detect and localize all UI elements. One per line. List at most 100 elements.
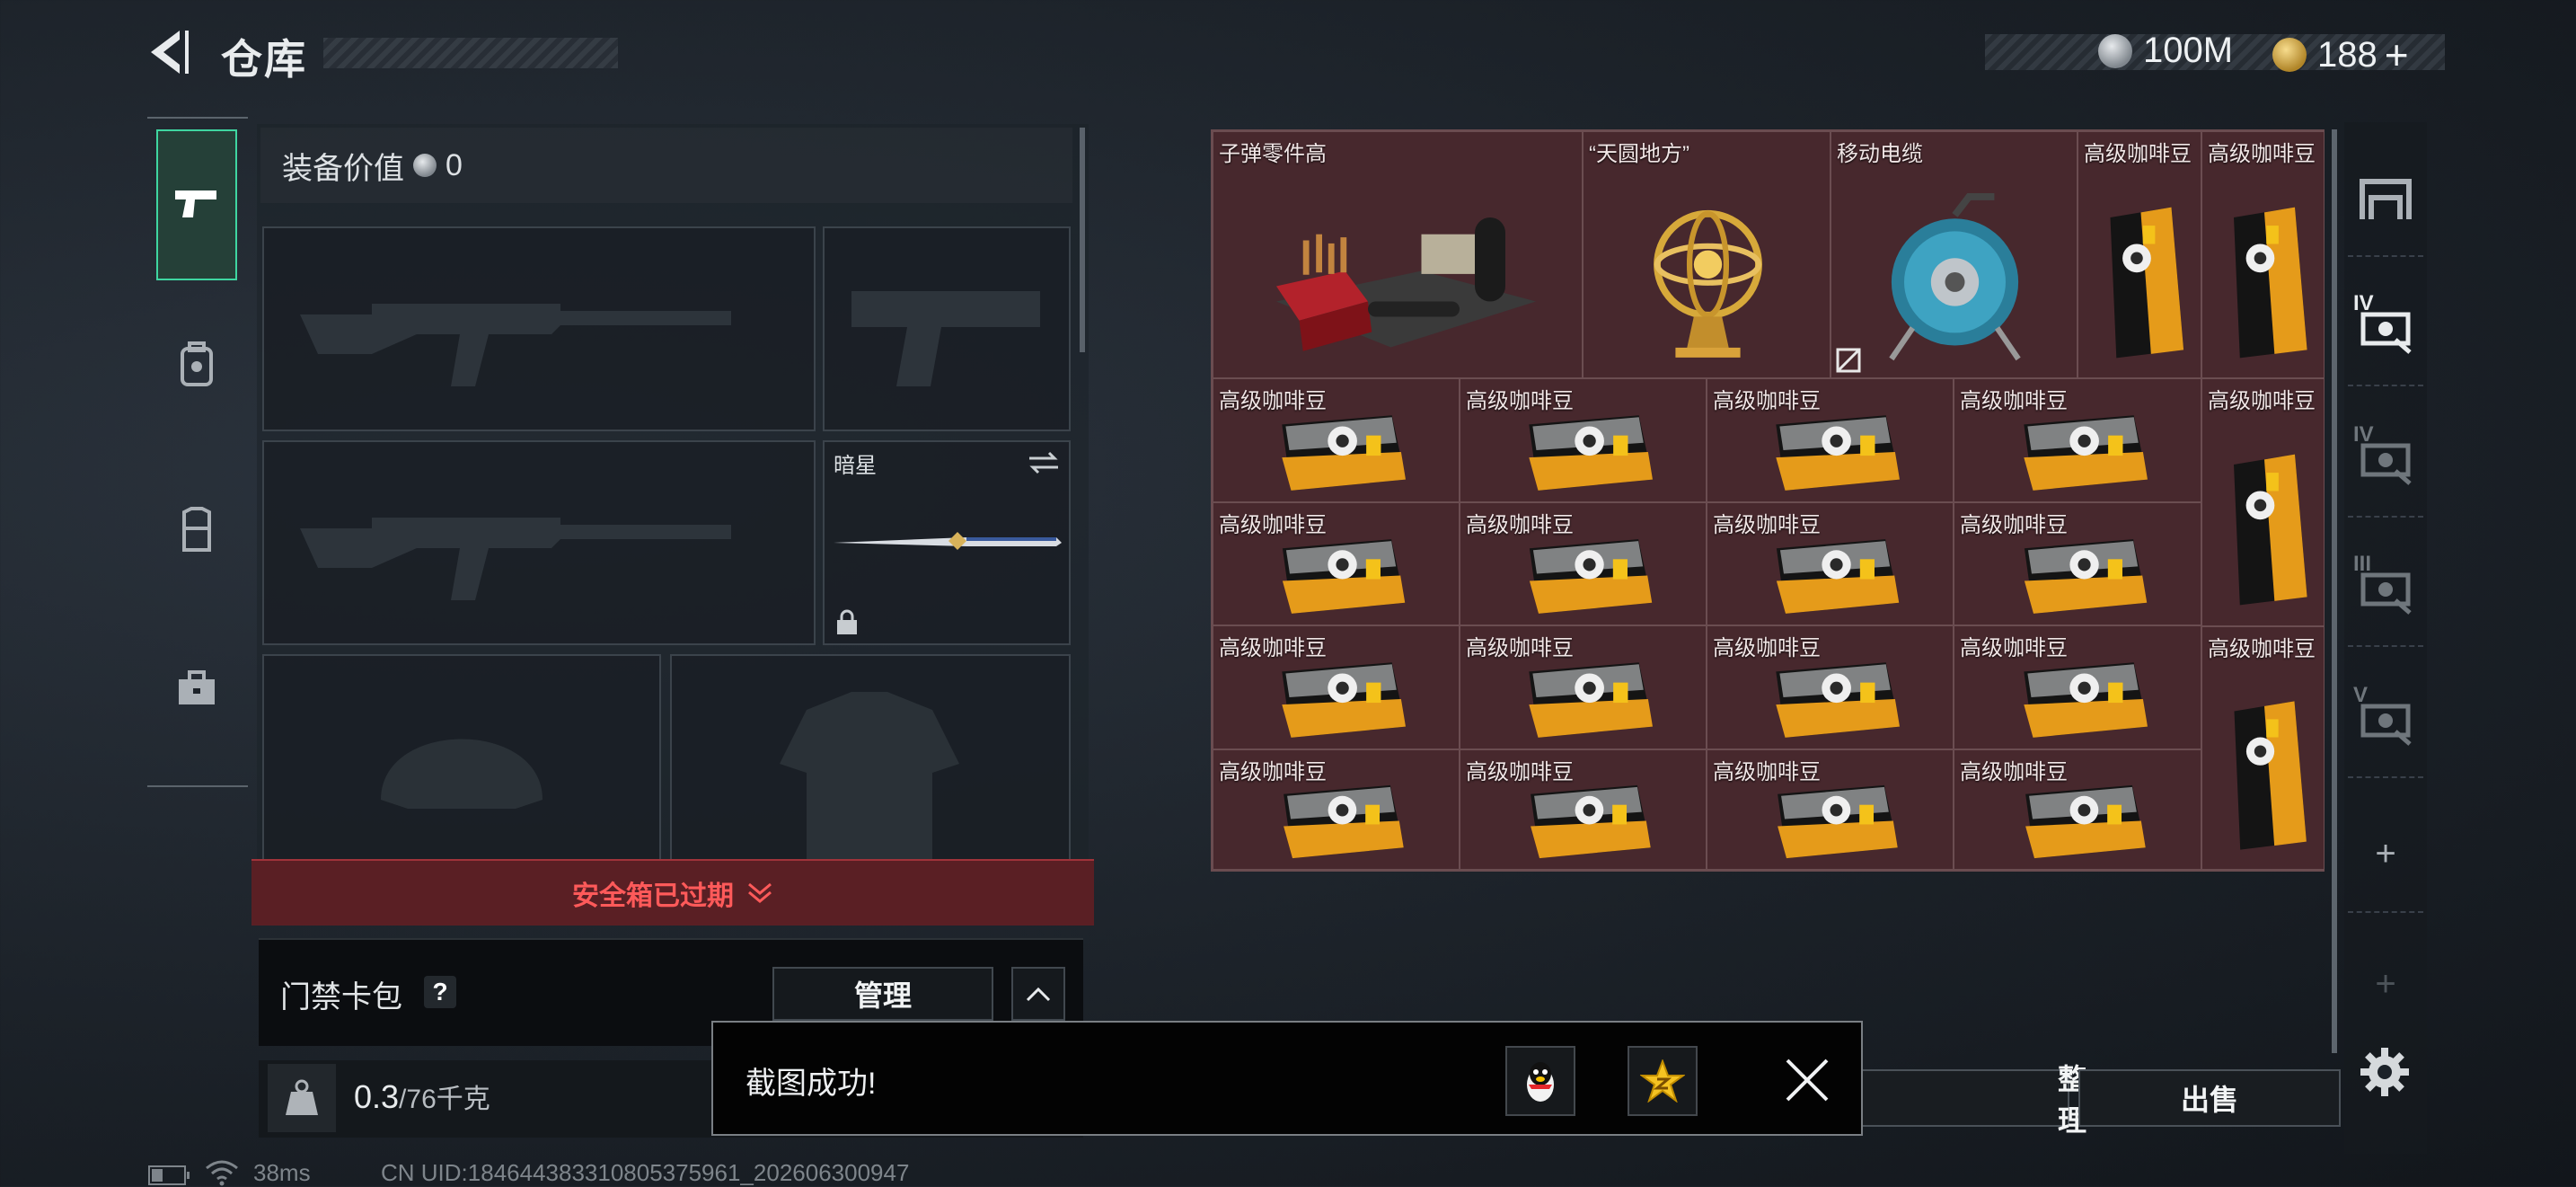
coffee-bag-icon bbox=[2024, 539, 2148, 614]
item-label: 高级咖啡豆 bbox=[1219, 760, 1327, 784]
qzone-star-icon bbox=[1640, 1059, 1685, 1103]
collapse-button[interactable] bbox=[1011, 967, 1065, 1021]
coffee-bag-icon bbox=[1529, 415, 1653, 491]
stash-item-coffee-tall[interactable]: 高级咖啡豆 bbox=[2201, 131, 2325, 378]
safebox-expired-banner[interactable]: 安全箱已过期 bbox=[251, 859, 1094, 926]
filter-add-2[interactable]: + bbox=[2348, 926, 2423, 1042]
weight-current: 0.3 bbox=[354, 1078, 400, 1115]
add-icon: + bbox=[2375, 963, 2396, 1004]
filter-all[interactable] bbox=[2348, 140, 2423, 257]
stash-item-coffee[interactable]: 高级咖啡豆 bbox=[1707, 378, 1954, 502]
qq-penguin-icon bbox=[1527, 1062, 1554, 1102]
stash-item-coffee-tall[interactable]: 高级咖啡豆 bbox=[2078, 131, 2201, 378]
item-label: 高级咖啡豆 bbox=[1466, 760, 1574, 784]
stash-item-coffee[interactable]: 高级咖啡豆 bbox=[1460, 502, 1707, 625]
stash-item-coffee[interactable]: 高级咖啡豆 bbox=[1213, 749, 1460, 870]
stash-item-coffee[interactable]: 高级咖啡豆 bbox=[1954, 502, 2201, 625]
stash-item-cable[interactable]: 移动电缆 bbox=[1831, 131, 2078, 378]
silver-coin-icon bbox=[413, 154, 437, 177]
coffee-bag-icon bbox=[2234, 207, 2307, 359]
helmet-slot[interactable] bbox=[262, 654, 661, 861]
nav-weapons[interactable] bbox=[156, 129, 237, 280]
silver-coin-icon bbox=[2098, 33, 2132, 68]
no-image-icon bbox=[1836, 348, 1861, 373]
tier-label: IV bbox=[2353, 291, 2374, 315]
coffee-bag-icon bbox=[1776, 415, 1900, 491]
share-qq-button[interactable] bbox=[1505, 1046, 1575, 1116]
filter-tier-0[interactable]: IV bbox=[2348, 270, 2423, 386]
add-icon: + bbox=[2375, 833, 2396, 873]
nav-vest[interactable] bbox=[156, 455, 237, 606]
item-label: 高级咖啡豆 bbox=[1960, 513, 2068, 537]
silver-amount: 100M bbox=[2143, 31, 2234, 70]
armor-slot[interactable] bbox=[670, 654, 1071, 861]
item-label: 高级咖啡豆 bbox=[1713, 760, 1821, 784]
stash-item-coffee[interactable]: 高级咖啡豆 bbox=[1707, 625, 1954, 749]
add-gold-icon[interactable]: + bbox=[2385, 31, 2409, 79]
vest-icon bbox=[182, 507, 211, 552]
item-label: 高级咖啡豆 bbox=[1960, 389, 2068, 413]
filter-tier-1[interactable]: IV bbox=[2348, 401, 2423, 518]
double-chevron-down-icon bbox=[748, 882, 772, 903]
coffee-bag-icon bbox=[2024, 662, 2148, 738]
close-icon[interactable] bbox=[1782, 1055, 1832, 1105]
melee-name: 暗星 bbox=[834, 454, 877, 478]
stash-item-parts[interactable]: 子弹零件高 bbox=[1213, 131, 1583, 378]
sell-button[interactable]: 出售 bbox=[2078, 1069, 2341, 1127]
filter-tier-2[interactable]: III bbox=[2348, 530, 2423, 647]
coffee-bag-icon bbox=[1284, 784, 1404, 859]
filter-tier-3[interactable]: V bbox=[2348, 661, 2423, 778]
stash-item-coffee[interactable]: 高级咖啡豆 bbox=[1460, 378, 1707, 502]
briefcase-icon bbox=[179, 670, 215, 704]
card-pack-label: 门禁卡包 bbox=[280, 980, 402, 1014]
stash-scrollbar[interactable] bbox=[2332, 129, 2337, 1053]
share-qzone-button[interactable] bbox=[1628, 1046, 1698, 1116]
tier-label: III bbox=[2353, 552, 2372, 576]
nav-backpack[interactable] bbox=[156, 289, 237, 440]
filter-add-1[interactable]: + bbox=[2348, 796, 2423, 913]
secondary-weapon-slot[interactable] bbox=[262, 440, 816, 645]
weight-readout: 0.3/76千克 bbox=[354, 1076, 490, 1116]
nav-case[interactable] bbox=[156, 613, 237, 764]
page-title: 仓库 bbox=[221, 36, 307, 83]
melee-slot[interactable]: 暗星 bbox=[823, 440, 1071, 645]
item-label: 高级咖啡豆 bbox=[1466, 513, 1574, 537]
item-label: 高级咖啡豆 bbox=[1466, 636, 1574, 660]
swap-icon[interactable] bbox=[1028, 449, 1060, 476]
stash-item-coffee[interactable]: 高级咖啡豆 bbox=[1213, 502, 1460, 625]
uid-text: CN UID:18464438331080537596​1_2026063009… bbox=[381, 1159, 910, 1186]
help-icon[interactable]: ? bbox=[424, 976, 456, 1008]
stash-item-coffee[interactable]: 高级咖啡豆 bbox=[1707, 749, 1954, 870]
stash-item-coffee[interactable]: 高级咖啡豆 bbox=[1707, 502, 1954, 625]
pistol-slot[interactable] bbox=[823, 226, 1071, 431]
rifle-silhouette-icon bbox=[300, 518, 731, 600]
coffee-bag-icon bbox=[2025, 784, 2146, 859]
stash-item-coffee[interactable]: 高级咖啡豆 bbox=[1460, 749, 1707, 870]
stash-grid: 子弹零件高 “天圆地方” 移动电缆 高级咖啡豆 高级咖啡豆 高级咖啡豆 高级咖啡… bbox=[1211, 129, 2325, 872]
settings-gear-icon[interactable] bbox=[2359, 1046, 2411, 1098]
coffee-bag-icon bbox=[1776, 662, 1900, 738]
primary-weapon-slot[interactable] bbox=[262, 226, 816, 431]
weight-icon bbox=[268, 1064, 336, 1132]
stash-item-coffee[interactable]: 高级咖啡豆 bbox=[1213, 625, 1460, 749]
ping-text: 38ms bbox=[253, 1159, 311, 1186]
stash-item-coffee[interactable]: 高级咖啡豆 bbox=[1954, 378, 2201, 502]
stash-item-coffee-tall[interactable]: 高级咖啡豆 bbox=[2201, 626, 2325, 870]
currency-gold[interactable]: 188 + bbox=[2272, 31, 2409, 79]
equipment-scrollbar[interactable] bbox=[1080, 128, 1085, 352]
stash-item-coffee[interactable]: 高级咖啡豆 bbox=[1213, 378, 1460, 502]
stash-item-coffee-tall[interactable]: 高级咖啡豆 bbox=[2201, 378, 2325, 626]
armor-silhouette-icon bbox=[780, 692, 959, 859]
helmet-silhouette-icon bbox=[381, 739, 543, 809]
weight-capacity: /76千克 bbox=[399, 1085, 490, 1114]
stash-item-coffee[interactable]: 高级咖啡豆 bbox=[1954, 749, 2201, 870]
manage-button[interactable]: 管理 bbox=[772, 967, 993, 1021]
coffee-bag-icon bbox=[1529, 662, 1653, 738]
equipment-value: 装备价值 0 bbox=[260, 128, 1072, 203]
stash-item-coffee[interactable]: 高级咖啡豆 bbox=[1954, 625, 2201, 749]
back-arrow-icon[interactable] bbox=[144, 27, 190, 77]
battery-icon bbox=[148, 1165, 190, 1185]
stash-item-globe[interactable]: “天圆地方” bbox=[1583, 131, 1831, 378]
stash-item-coffee[interactable]: 高级咖啡豆 bbox=[1460, 625, 1707, 749]
coffee-bag-icon bbox=[1282, 662, 1406, 738]
